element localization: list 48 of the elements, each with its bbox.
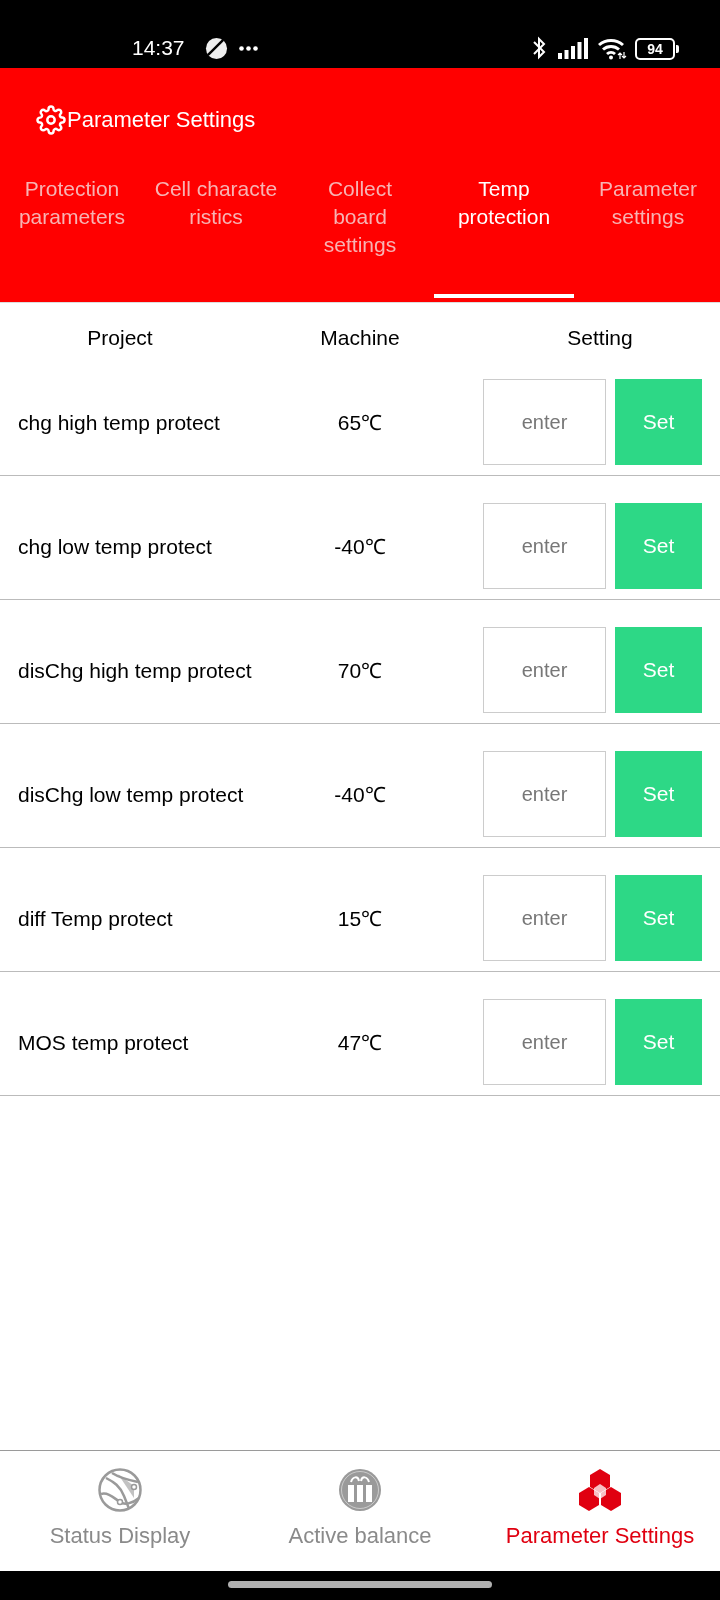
input-field[interactable]: enter <box>483 751 606 837</box>
page-title: Parameter Settings <box>67 106 256 134</box>
tab[interactable]: Parameter settings <box>576 172 720 302</box>
machine-value: 70℃ <box>337 657 383 684</box>
tab[interactable]: Temp protection <box>432 172 576 302</box>
parameter-name: disChg high temp protect <box>18 657 252 684</box>
set-button[interactable]: Set <box>615 875 702 961</box>
nav-item[interactable]: Active balance <box>240 1451 480 1571</box>
signal-icon <box>558 38 589 59</box>
nav-item[interactable]: Status Display <box>0 1451 240 1571</box>
parameter-name: MOS temp protect <box>18 1029 189 1056</box>
input-field[interactable]: enter <box>483 503 606 589</box>
input-field[interactable]: enter <box>483 999 606 1085</box>
input-field[interactable]: enter <box>483 627 606 713</box>
tab[interactable]: Protection parameters <box>0 172 144 302</box>
battery-indicator: 94 <box>635 38 679 60</box>
machine-value: -40℃ <box>334 533 386 560</box>
column-header: Setting <box>567 325 633 351</box>
wifi-icon <box>597 37 627 60</box>
set-button[interactable]: Set <box>615 999 702 1085</box>
machine-value: 47℃ <box>337 1029 383 1056</box>
machine-value: -40℃ <box>334 781 386 808</box>
tab[interactable]: Cell characte ristics <box>144 172 288 302</box>
home-indicator[interactable] <box>228 1581 492 1588</box>
bluetooth-icon <box>532 36 546 60</box>
column-header: Machine <box>320 325 400 351</box>
set-button[interactable]: Set <box>615 627 702 713</box>
input-field[interactable]: enter <box>483 379 606 465</box>
set-button[interactable]: Set <box>615 379 702 465</box>
status-time: 14:37 <box>132 35 185 61</box>
parameter-name: disChg low temp protect <box>18 781 244 808</box>
column-header: Project <box>87 325 153 351</box>
machine-value: 15℃ <box>337 905 383 932</box>
parameter-name: chg high temp protect <box>18 409 220 436</box>
set-button[interactable]: Set <box>615 503 702 589</box>
parameter-name: diff Temp protect <box>18 905 173 932</box>
parameter-name: chg low temp protect <box>18 533 212 560</box>
input-field[interactable]: enter <box>483 875 606 961</box>
tab[interactable]: Collect board settings <box>288 172 432 302</box>
settings-icon <box>35 104 67 136</box>
set-button[interactable]: Set <box>615 751 702 837</box>
slashed-circle-icon <box>205 37 228 60</box>
cubes-icon <box>578 1468 622 1512</box>
battery-pack-icon <box>338 1468 382 1512</box>
globe-icon <box>98 1468 142 1512</box>
machine-value: 65℃ <box>337 409 383 436</box>
nav-item[interactable]: Parameter Settings <box>480 1451 720 1571</box>
more-icon <box>239 46 258 51</box>
